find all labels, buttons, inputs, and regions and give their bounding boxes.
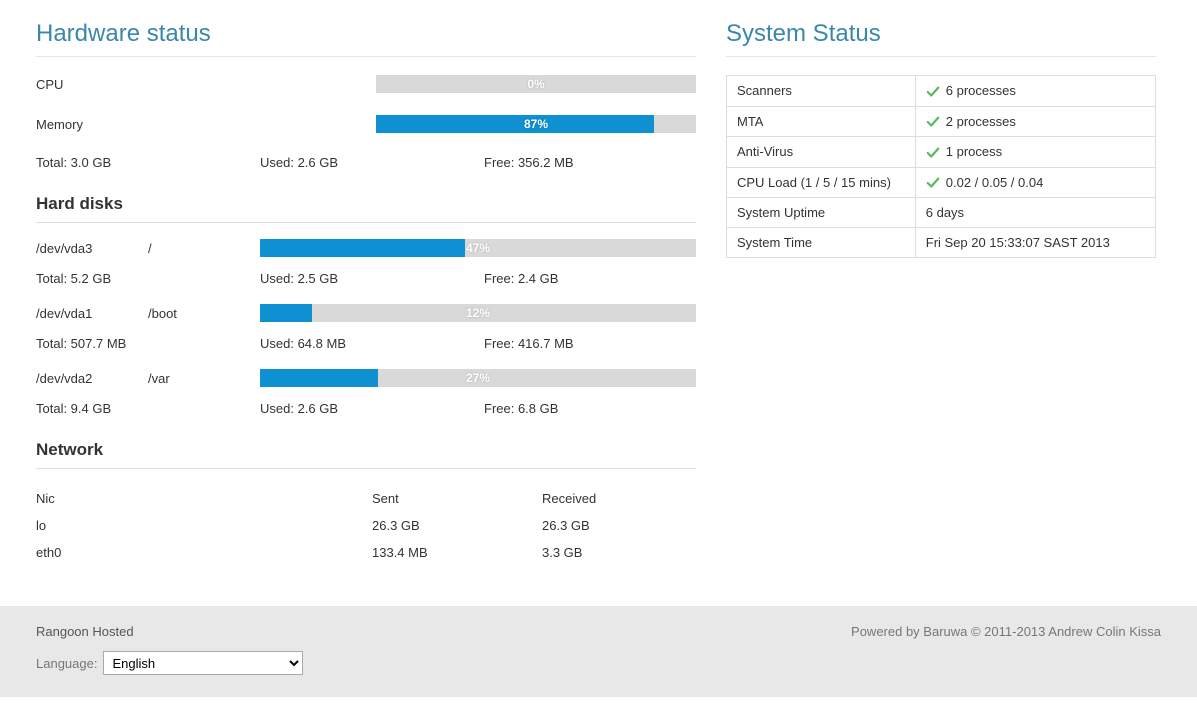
nic-received: 26.3 GB — [542, 518, 696, 533]
memory-progress: 87% — [376, 115, 696, 133]
network-title: Network — [36, 440, 696, 460]
nic-sent: 26.3 GB — [372, 518, 542, 533]
disk-progress-text: 27% — [466, 371, 490, 385]
disk-progress-fill — [260, 304, 312, 322]
status-value: 6 days — [915, 198, 1155, 228]
status-label: System Uptime — [727, 198, 916, 228]
status-label: Scanners — [727, 76, 916, 107]
disk-total: Total: 9.4 GB — [36, 401, 260, 416]
status-value: 6 processes — [915, 76, 1155, 107]
status-row: CPU Load (1 / 5 / 15 mins)0.02 / 0.05 / … — [727, 167, 1156, 198]
check-icon — [926, 115, 940, 129]
system-status-title: System Status — [726, 20, 1156, 48]
footer-host: Rangoon Hosted — [36, 624, 303, 639]
divider — [36, 222, 696, 223]
status-label: System Time — [727, 228, 916, 258]
cpu-progress: 0% — [376, 75, 696, 93]
footer: Rangoon Hosted Language: English Powered… — [0, 606, 1197, 697]
check-icon — [926, 176, 940, 190]
memory-total: Total: 3.0 GB — [36, 155, 260, 170]
nic-received: 3.3 GB — [542, 545, 696, 560]
status-value: 1 process — [915, 137, 1155, 168]
disk-used: Used: 2.6 GB — [260, 401, 484, 416]
divider — [726, 56, 1156, 57]
language-label: Language: — [36, 656, 97, 671]
status-row: Scanners6 processes — [727, 76, 1156, 107]
disk-progress: 27% — [260, 369, 696, 387]
nic-name: eth0 — [36, 545, 372, 560]
disk-free: Free: 6.8 GB — [484, 401, 696, 416]
disk-dev: /dev/vda3 — [36, 241, 148, 256]
disk-mount: / — [148, 241, 260, 256]
disk-progress-fill — [260, 369, 378, 387]
check-icon — [926, 146, 940, 160]
status-value: 0.02 / 0.05 / 0.04 — [915, 167, 1155, 198]
disk-dev: /dev/vda1 — [36, 306, 148, 321]
memory-free: Free: 356.2 MB — [484, 155, 696, 170]
check-icon — [926, 85, 940, 99]
disk-progress: 47% — [260, 239, 696, 257]
nic-name: lo — [36, 518, 372, 533]
status-label: CPU Load (1 / 5 / 15 mins) — [727, 167, 916, 198]
memory-progress-fill — [376, 115, 654, 133]
network-header-received: Received — [542, 491, 696, 506]
disk-mount: /boot — [148, 306, 260, 321]
harddisks-title: Hard disks — [36, 194, 696, 214]
disk-free: Free: 416.7 MB — [484, 336, 696, 351]
disk-free: Free: 2.4 GB — [484, 271, 696, 286]
network-header-nic: Nic — [36, 491, 372, 506]
nic-sent: 133.4 MB — [372, 545, 542, 560]
disk-total: Total: 507.7 MB — [36, 336, 260, 351]
status-label: Anti-Virus — [727, 137, 916, 168]
cpu-progress-text: 0% — [527, 77, 544, 91]
footer-powered: Powered by Baruwa © 2011-2013 Andrew Col… — [851, 624, 1161, 639]
language-select[interactable]: English — [103, 651, 303, 675]
cpu-label: CPU — [36, 77, 376, 92]
status-label: MTA — [727, 106, 916, 137]
network-header-sent: Sent — [372, 491, 542, 506]
disk-dev: /dev/vda2 — [36, 371, 148, 386]
hardware-status-title: Hardware status — [36, 20, 696, 48]
disk-progress-text: 47% — [466, 241, 490, 255]
disk-progress-fill — [260, 239, 465, 257]
disk-used: Used: 64.8 MB — [260, 336, 484, 351]
status-value: Fri Sep 20 15:33:07 SAST 2013 — [915, 228, 1155, 258]
memory-progress-text: 87% — [524, 117, 548, 131]
disk-progress-text: 12% — [466, 306, 490, 320]
status-value: 2 processes — [915, 106, 1155, 137]
disk-progress: 12% — [260, 304, 696, 322]
disk-used: Used: 2.5 GB — [260, 271, 484, 286]
disk-total: Total: 5.2 GB — [36, 271, 260, 286]
divider — [36, 56, 696, 57]
status-row: MTA2 processes — [727, 106, 1156, 137]
memory-used: Used: 2.6 GB — [260, 155, 484, 170]
disk-mount: /var — [148, 371, 260, 386]
memory-label: Memory — [36, 117, 376, 132]
status-row: System TimeFri Sep 20 15:33:07 SAST 2013 — [727, 228, 1156, 258]
divider — [36, 468, 696, 469]
status-row: System Uptime6 days — [727, 198, 1156, 228]
status-row: Anti-Virus1 process — [727, 137, 1156, 168]
system-status-table: Scanners6 processesMTA2 processesAnti-Vi… — [726, 75, 1156, 258]
